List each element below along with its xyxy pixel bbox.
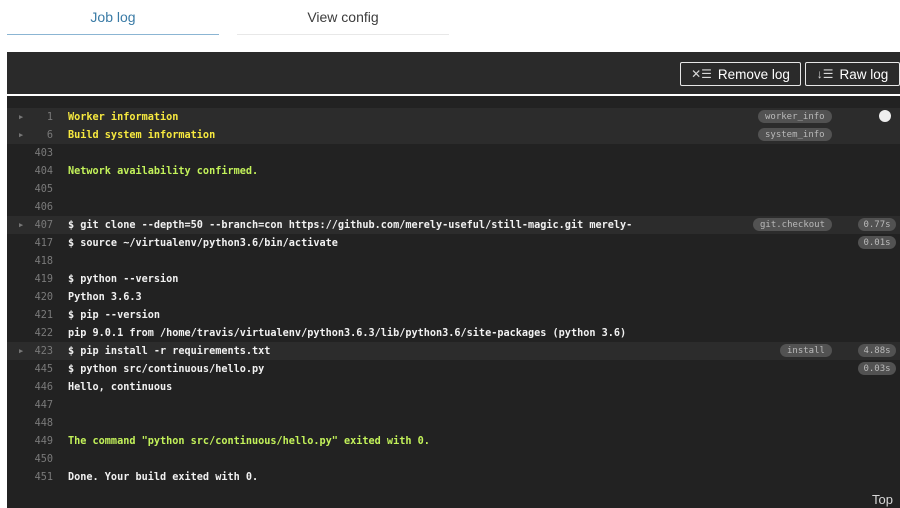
duration-badge: 0.01s [858,236,896,249]
raw-log-button[interactable]: ↓☰ Raw log [805,62,900,86]
log-line[interactable]: ▶ 6 Build system information system_info [7,126,900,144]
line-number[interactable]: 446 [25,382,53,393]
line-text: Worker information [68,111,179,123]
log-line: 404 Network availability confirmed. [7,162,900,180]
log-line[interactable]: ▶ 423 $ pip install -r requirements.txt ins… [7,342,900,360]
line-text: $ source ~/virtualenv/python3.6/bin/acti… [68,237,338,249]
line-text: pip 9.0.1 from /home/travis/virtualenv/p… [68,327,627,339]
line-number[interactable]: 407 [25,220,53,231]
log-line: 450 [7,450,900,468]
line-text: $ git clone --depth=50 --branch=con http… [68,219,633,231]
tab-bar: Job log View config [0,0,900,48]
line-text: Python 3.6.3 [68,291,142,303]
line-number[interactable]: 417 [25,238,53,249]
log-line: 405 [7,180,900,198]
line-number[interactable]: 422 [25,328,53,339]
top-link[interactable]: Top [872,492,893,507]
remove-log-icon: ✕☰ [691,67,712,81]
line-number[interactable]: 419 [25,274,53,285]
line-text: Build system information [68,129,216,141]
line-text: $ python src/continuous/hello.py [68,363,265,375]
line-number[interactable]: 423 [25,346,53,357]
log-line: 446 Hello, continuous [7,378,900,396]
fold-arrow-icon[interactable]: ▶ [19,221,23,229]
fold-name-badge: install [780,344,832,357]
log-line: 418 [7,252,900,270]
fold-name-badge: worker_info [758,110,832,123]
log-line: 419 $ python --version [7,270,900,288]
line-number[interactable]: 6 [25,130,53,141]
line-number[interactable]: 421 [25,310,53,321]
log-line: 451 Done. Your build exited with 0. [7,468,900,486]
line-text: $ pip --version [68,309,161,321]
line-number[interactable]: 1 [25,112,53,123]
line-text: Hello, continuous [68,381,173,393]
tab-job-log[interactable]: Job log [7,0,219,35]
raw-log-label: Raw log [839,66,889,82]
line-number[interactable]: 451 [25,472,53,483]
line-text: $ pip install -r requirements.txt [68,345,271,357]
line-number[interactable]: 448 [25,418,53,429]
log-line: 445 $ python src/continuous/hello.py 0.03s [7,360,900,378]
fold-name-badge: git.checkout [753,218,833,231]
line-number[interactable]: 449 [25,436,53,447]
line-number[interactable]: 450 [25,454,53,465]
log-line: 449 The command "python src/continuous/he… [7,432,900,450]
line-number[interactable]: 445 [25,364,53,375]
line-text: Done. Your build exited with 0. [68,471,259,483]
line-number[interactable]: 418 [25,256,53,267]
log-line[interactable]: ▶ 407 $ git clone --depth=50 --branch=con … [7,216,900,234]
log-line: 422 pip 9.0.1 from /home/travis/virtualen… [7,324,900,342]
line-number[interactable]: 404 [25,166,53,177]
line-text: Network availability confirmed. [68,165,259,177]
log-line: 447 [7,396,900,414]
follow-log-toggle-icon[interactable] [879,110,891,122]
line-number[interactable]: 405 [25,184,53,195]
line-number[interactable]: 406 [25,202,53,213]
log-line[interactable]: ▶ 1 Worker information worker_info [7,108,900,126]
fold-arrow-icon[interactable]: ▶ [19,113,23,121]
line-number[interactable]: 420 [25,292,53,303]
tab-view-config[interactable]: View config [237,0,449,35]
log-line: 406 [7,198,900,216]
duration-badge: 0.03s [858,362,896,375]
remove-log-button[interactable]: ✕☰ Remove log [680,62,801,86]
log-line: 421 $ pip --version [7,306,900,324]
remove-log-label: Remove log [717,66,790,82]
duration-badge: 0.77s [858,218,896,231]
log-line: 403 [7,144,900,162]
line-text: The command "python src/continuous/hello… [68,435,430,447]
fold-arrow-icon[interactable]: ▶ [19,347,23,355]
raw-log-icon: ↓☰ [816,67,834,81]
line-number[interactable]: 403 [25,148,53,159]
log-line: 420 Python 3.6.3 [7,288,900,306]
log-line: 417 $ source ~/virtualenv/python3.6/bin/a… [7,234,900,252]
line-number[interactable]: 447 [25,400,53,411]
log-terminal: ▶ 1 Worker information worker_info ▶ 6 Build s… [7,96,900,508]
log-line: 448 [7,414,900,432]
fold-arrow-icon[interactable]: ▶ [19,131,23,139]
duration-badge: 4.88s [858,344,896,357]
line-text: $ python --version [68,273,179,285]
fold-name-badge: system_info [758,128,832,141]
log-toolbar: ✕☰ Remove log ↓☰ Raw log [7,52,900,94]
